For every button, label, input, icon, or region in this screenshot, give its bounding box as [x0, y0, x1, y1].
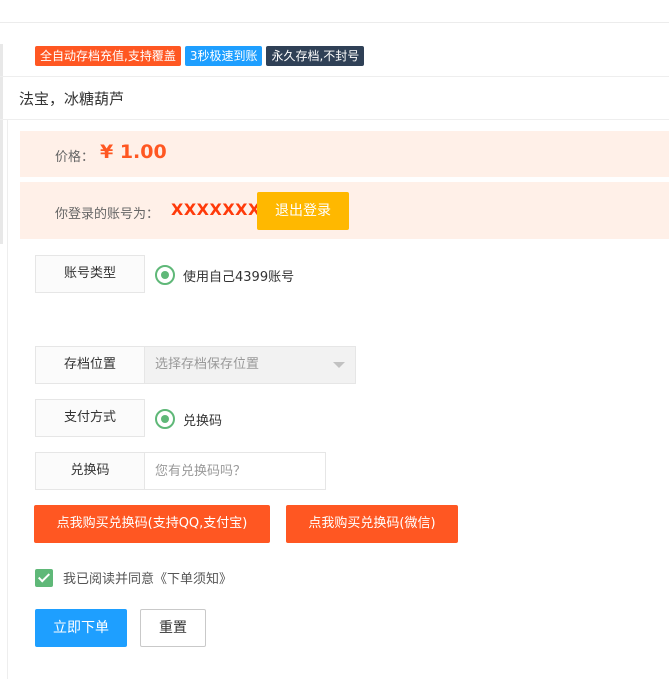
- agreement-text: 我已阅读并同意《下单须知》: [63, 572, 233, 587]
- agreement-row[interactable]: 我已阅读并同意《下单须知》: [35, 568, 232, 587]
- radio-selected-icon[interactable]: [155, 265, 175, 285]
- reset-button[interactable]: 重置: [140, 609, 206, 647]
- redeem-code-label: 兑换码: [35, 452, 145, 490]
- order-page: 全自动存档充值,支持覆盖 3秒极速到账 永久存档,不封号 法宝，冰糖葫芦 价格：…: [0, 0, 669, 679]
- left-edge-bar: [0, 44, 3, 244]
- checkbox-checked-icon[interactable]: [35, 568, 53, 587]
- payment-method-option: 兑换码: [183, 413, 223, 429]
- divider: [0, 119, 669, 120]
- account-type-label: 账号类型: [35, 255, 145, 293]
- tag-auto-recharge: 全自动存档充值,支持覆盖: [35, 46, 181, 66]
- account-type-radio[interactable]: 使用自己4399账号: [155, 265, 294, 285]
- buy-code-wechat-button[interactable]: 点我购买兑换码(微信): [286, 505, 458, 543]
- submit-order-button[interactable]: 立即下单: [35, 609, 127, 647]
- save-location-label: 存档位置: [35, 346, 145, 384]
- redeem-code-input[interactable]: [144, 452, 326, 490]
- account-value: XXXXXXX: [171, 200, 261, 219]
- account-type-option: 使用自己4399账号: [183, 269, 295, 285]
- buy-code-qq-alipay-button[interactable]: 点我购买兑换码(支持QQ,支付宝): [34, 505, 270, 543]
- divider: [0, 76, 669, 77]
- tag-permanent-save: 永久存档,不封号: [266, 46, 365, 66]
- price-band: 价格： ¥ 1.00: [20, 131, 669, 177]
- feature-tags: 全自动存档充值,支持覆盖 3秒极速到账 永久存档,不封号: [35, 46, 365, 66]
- radio-selected-icon[interactable]: [155, 409, 175, 429]
- save-location-placeholder: 选择存档保存位置: [155, 357, 260, 372]
- save-location-select[interactable]: 选择存档保存位置: [144, 346, 356, 384]
- product-title: 法宝，冰糖葫芦: [19, 90, 125, 108]
- payment-method-label: 支付方式: [35, 399, 145, 437]
- tag-fast-delivery: 3秒极速到账: [184, 46, 263, 66]
- payment-method-radio[interactable]: 兑换码: [155, 409, 222, 429]
- chevron-down-icon[interactable]: [333, 362, 345, 368]
- price-value: ¥ 1.00: [100, 141, 167, 163]
- logout-button[interactable]: 退出登录: [257, 192, 349, 230]
- account-label: 你登录的账号为：: [55, 207, 160, 222]
- account-band: 你登录的账号为： XXXXXXX 退出登录: [20, 182, 669, 239]
- top-divider: [0, 22, 669, 23]
- price-label: 价格：: [55, 150, 95, 165]
- left-divider: [7, 120, 8, 679]
